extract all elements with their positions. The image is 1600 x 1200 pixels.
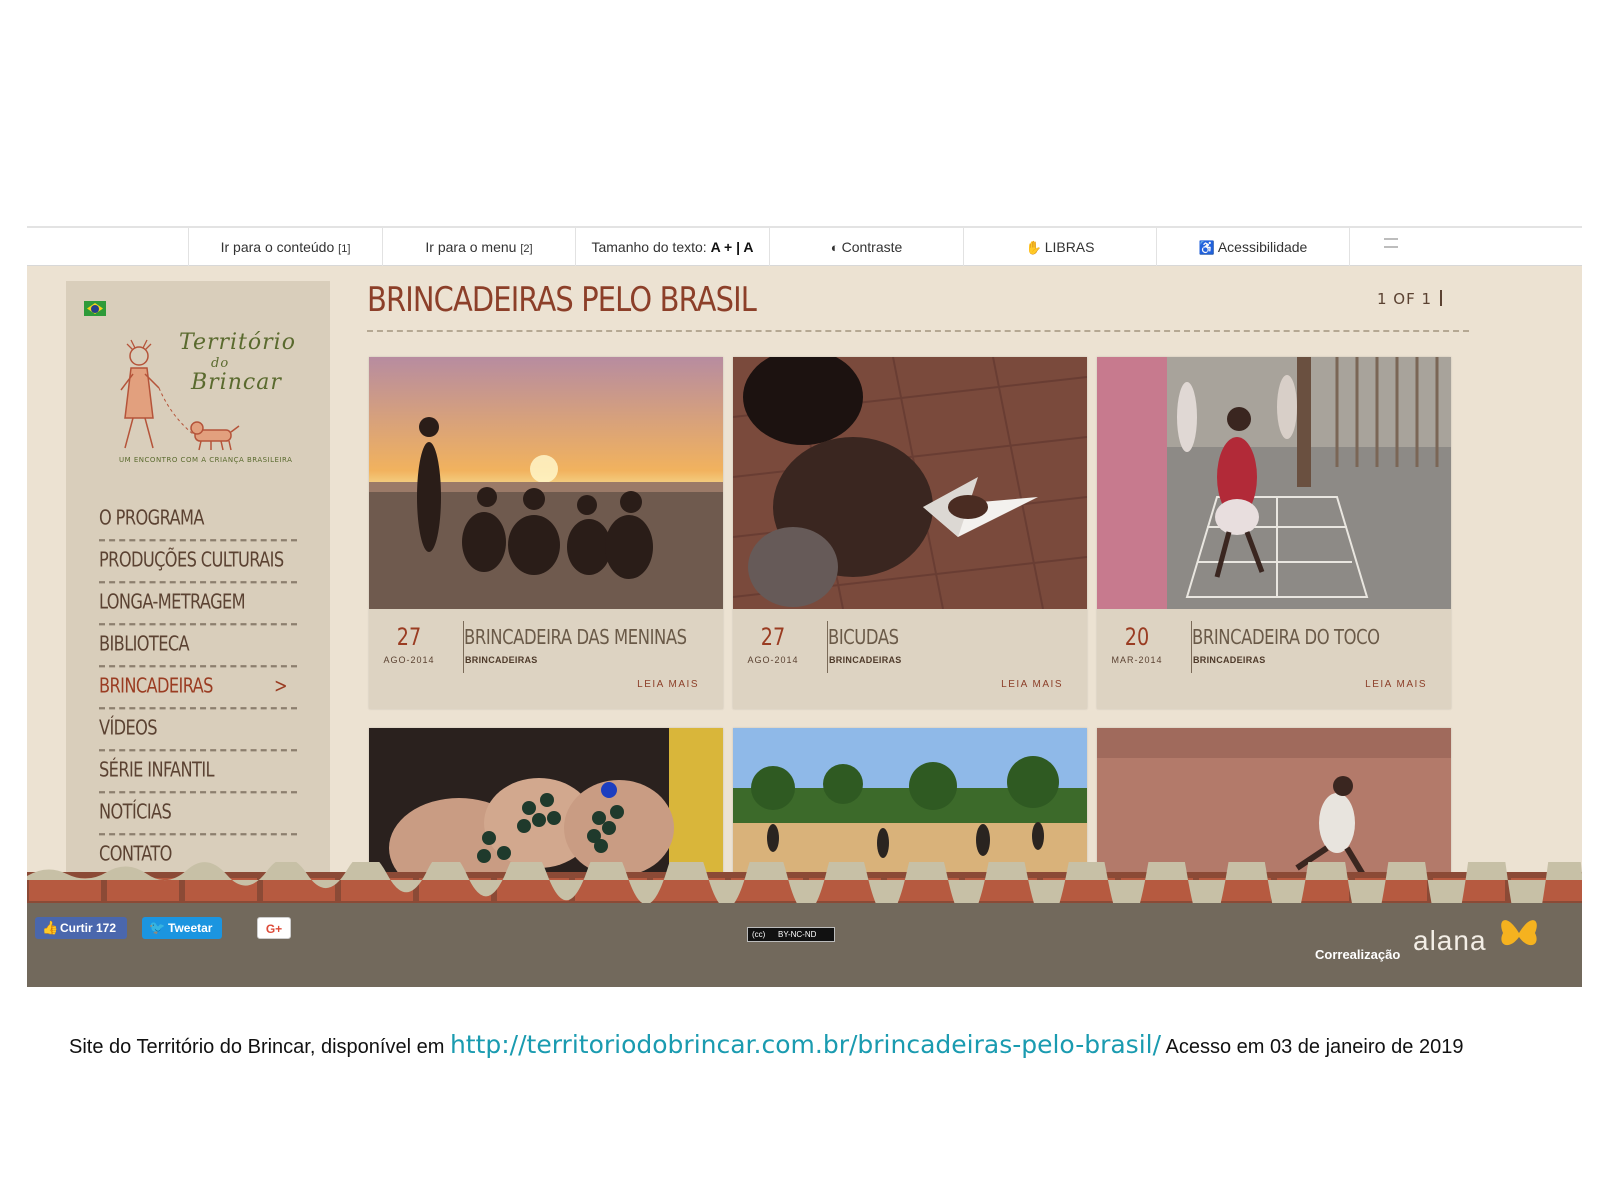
nav-item-label: BIBLIOTECA [99,632,190,657]
footer: 👍 Curtir 172 🐦 Tweetar G+ (cc) BY-NC-ND Co… [27,903,1582,987]
card-title[interactable]: BRINCADEIRA DO TOCO [1192,625,1380,649]
source-link[interactable]: http://territoriodobrincar.com.br/brinca… [450,1030,1161,1059]
skip-to-content-label: Ir para o conteúdo [220,239,335,255]
accessibility-label: Acessibilidade [1217,239,1308,255]
wheelchair-icon: ♿ [1198,240,1215,255]
nav-item[interactable]: VÍDEOS [99,707,297,752]
logo-word-territorio: Território [179,330,296,355]
twitter-tweet-label: Tweetar [168,921,213,935]
skip-to-content-key: [1] [338,243,351,255]
post-card[interactable]: 20 MAR-2014 BRINCADEIRA DO TOCO BRINCADE… [1097,357,1451,709]
nav-item[interactable]: PRODUÇÕES CULTURAIS [99,539,297,584]
nav-item-label: SÉRIE INFANTIL [99,758,215,783]
nav-item-label: PRODUÇÕES CULTURAIS [99,548,284,573]
skip-to-menu-label: Ir para o menu [425,239,517,255]
caption-prefix: Site do Território do Brincar, disponíve… [69,1036,445,1058]
nav-item[interactable]: SÉRIE INFANTIL [99,749,297,794]
website-screenshot: Ir para o conteúdo [1] Ir para o menu [2… [27,226,1582,987]
brazil-flag-icon[interactable] [84,301,106,316]
text-size-control[interactable]: Tamanho do texto: A + | A [575,228,769,266]
pager-divider [1440,290,1443,306]
nav-item[interactable]: BIBLIOTECA [99,623,297,668]
facebook-like-button[interactable]: 👍 Curtir 172 [35,917,127,939]
libras-button[interactable]: ✋ LIBRAS [963,228,1156,266]
nav-item[interactable]: LONGA-METRAGEM [99,581,297,626]
cc-license-label: BY-NC-ND [778,930,817,939]
read-more-link[interactable]: LEIA MAIS [637,679,699,690]
nav-item-label: BRINCADEIRAS [99,674,213,699]
text-size-label: Tamanho do texto: [591,239,707,255]
thumbs-up-icon: 👍 [42,920,59,935]
card-month: AGO-2014 [383,655,435,665]
main-nav: O PROGRAMA PRODUÇÕES CULTURAIS LONGA-METRA… [99,497,297,878]
card-image-girls-at-sunset-beach[interactable] [369,357,723,609]
card-category[interactable]: BRINCADEIRAS [465,655,538,665]
post-card[interactable]: 27 AGO-2014 BRINCADEIRA DAS MENINAS BRIN… [369,357,723,709]
cc-mark: (cc) [752,930,766,939]
post-card[interactable]: 27 AGO-2014 BICUDAS BRINCADEIRAS LEIA MA… [733,357,1087,709]
card-month: AGO-2014 [747,655,799,665]
nav-item-label: LONGA-METRAGEM [99,590,246,615]
card-day: 27 [396,623,422,651]
twitter-tweet-button[interactable]: 🐦 Tweetar [142,917,222,939]
correalizacao-label: Correalização [1315,947,1401,962]
nav-item[interactable]: BRINCADEIRAS > [99,665,297,710]
google-plus-button[interactable]: G+ [257,917,291,939]
page-title: BRINCADEIRAS PELO BRASIL [367,280,757,320]
skip-to-menu-key: [2] [520,243,533,255]
pager: 1 OF 1 [1377,290,1443,308]
alana-logo-text[interactable]: alana [1413,925,1487,957]
accessibility-bar: Ir para o conteúdo [1] Ir para o menu [2… [27,226,1582,266]
contrast-button[interactable]: ◐ Contraste [769,228,963,266]
hand-icon: ✋ [1025,240,1042,255]
libras-label: LIBRAS [1044,239,1095,255]
nav-item-label: NOTÍCIAS [99,800,172,825]
read-more-link[interactable]: LEIA MAIS [1001,679,1063,690]
logo-tagline: UM ENCONTRO COM A CRIANÇA BRASILEIRA [119,456,293,464]
card-category[interactable]: BRINCADEIRAS [829,655,902,665]
contrast-label: Contraste [841,239,903,255]
skip-to-menu-link[interactable]: Ir para o menu [2] [382,228,575,266]
text-size-buttons[interactable]: A + | A [711,239,754,255]
nav-item-label: VÍDEOS [99,716,158,741]
card-image-boy-folding-paper[interactable] [733,357,1087,609]
card-title[interactable]: BRINCADEIRA DAS MENINAS [464,625,687,649]
pager-label: 1 OF 1 [1377,290,1433,308]
source-caption: Site do Território do Brincar, disponíve… [69,1030,1539,1062]
chevron-right-icon: > [274,674,288,699]
menu-icon[interactable] [1384,238,1398,248]
logo-word-do: do [211,356,230,371]
title-divider [367,330,1469,332]
nav-item[interactable]: NOTÍCIAS [99,791,297,836]
accessibility-button[interactable]: ♿ Acessibilidade [1156,228,1350,266]
butterfly-icon [1501,920,1537,946]
card-day: 20 [1124,623,1150,651]
logo-word-brincar: Brincar [191,370,282,395]
nav-item-label: O PROGRAMA [99,506,204,531]
card-category[interactable]: BRINCADEIRAS [1193,655,1266,665]
brick-wall-decoration [27,862,1582,903]
facebook-like-label: Curtir 172 [60,921,117,935]
card-month: MAR-2014 [1111,655,1163,665]
read-more-link[interactable]: LEIA MAIS [1365,679,1427,690]
card-title[interactable]: BICUDAS [828,625,899,649]
sidebar: Território do Brincar UM ENCONTRO COM A … [66,281,330,901]
site-logo[interactable]: Território do Brincar UM ENCONTRO COM A … [111,326,311,476]
card-image-girl-hopscotch[interactable] [1097,357,1451,609]
caption-suffix: Acesso em 03 de janeiro de 2019 [1165,1036,1464,1058]
card-day: 27 [760,623,786,651]
contrast-icon: ◐ [830,240,839,255]
skip-to-content-link[interactable]: Ir para o conteúdo [1] [188,228,382,266]
creative-commons-badge[interactable]: (cc) BY-NC-ND [747,927,835,942]
twitter-bird-icon: 🐦 [149,920,166,935]
nav-item[interactable]: O PROGRAMA [99,497,297,542]
